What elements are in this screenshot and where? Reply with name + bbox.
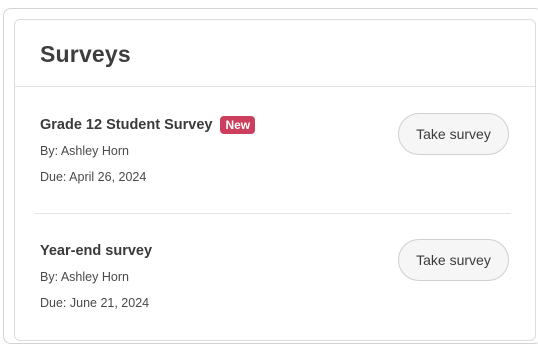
panel-title: Surveys bbox=[40, 41, 131, 67]
take-survey-button[interactable]: Take survey bbox=[398, 113, 509, 155]
survey-due-date: Due: April 26, 2024 bbox=[40, 170, 147, 184]
surveys-panel: Surveys Grade 12 Student Survey New By: … bbox=[14, 19, 536, 341]
survey-title: Year-end survey bbox=[40, 243, 153, 259]
survey-title: Grade 12 Student Survey bbox=[40, 117, 213, 133]
new-badge: New bbox=[220, 116, 256, 134]
survey-due-date: Due: June 21, 2024 bbox=[40, 296, 150, 310]
survey-item: Year-end survey By: Ashley Horn Due: Jun… bbox=[15, 213, 535, 339]
survey-author: By: Ashley Horn bbox=[40, 144, 129, 158]
panel-header: Surveys bbox=[15, 20, 535, 87]
take-survey-button[interactable]: Take survey bbox=[398, 239, 509, 281]
survey-item: Grade 12 Student Survey New By: Ashley H… bbox=[15, 87, 535, 213]
survey-title-row: Year-end survey bbox=[40, 242, 152, 260]
survey-title-row: Grade 12 Student Survey New bbox=[40, 116, 256, 134]
survey-author: By: Ashley Horn bbox=[40, 270, 129, 284]
